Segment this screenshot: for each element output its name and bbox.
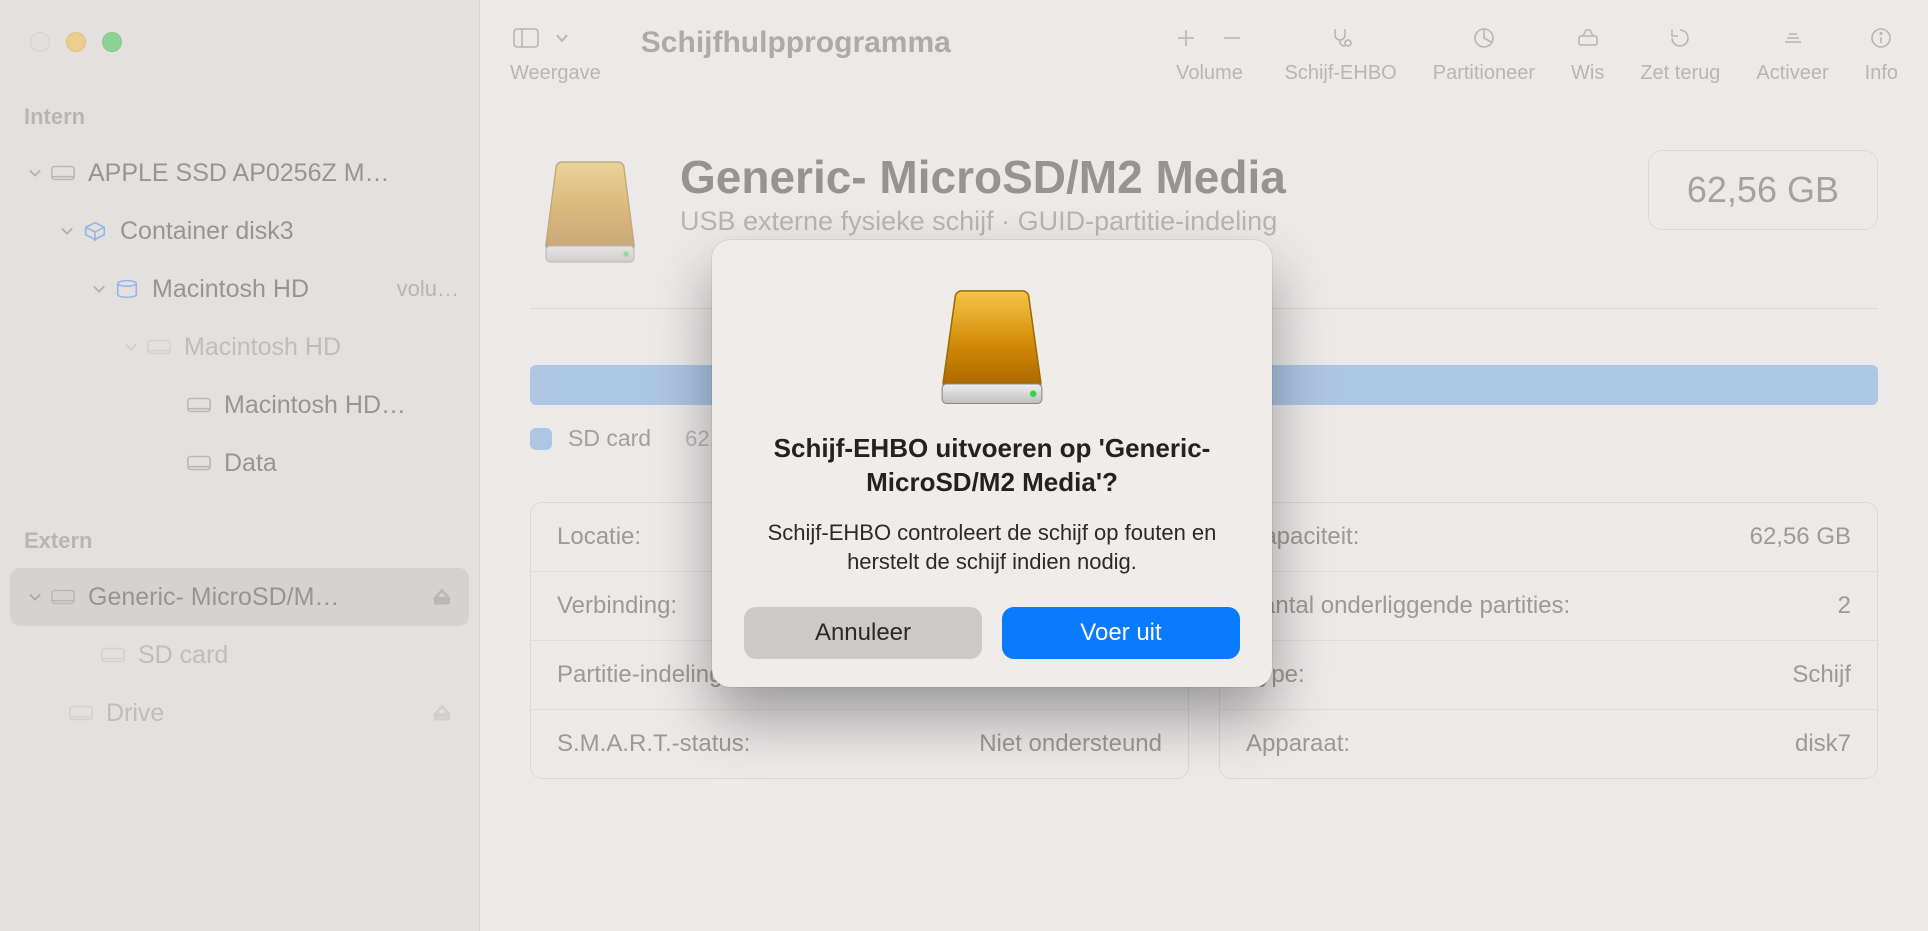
- dialog-disk-icon: [744, 280, 1240, 410]
- cancel-button[interactable]: Annuleer: [744, 607, 982, 659]
- first-aid-dialog: Schijf-EHBO uitvoeren op 'Generic- Micro…: [712, 240, 1272, 687]
- run-button[interactable]: Voer uit: [1002, 607, 1240, 659]
- dialog-body: Schijf-EHBO controleert de schijf op fou…: [744, 518, 1240, 577]
- dialog-title: Schijf-EHBO uitvoeren op 'Generic- Micro…: [744, 432, 1240, 500]
